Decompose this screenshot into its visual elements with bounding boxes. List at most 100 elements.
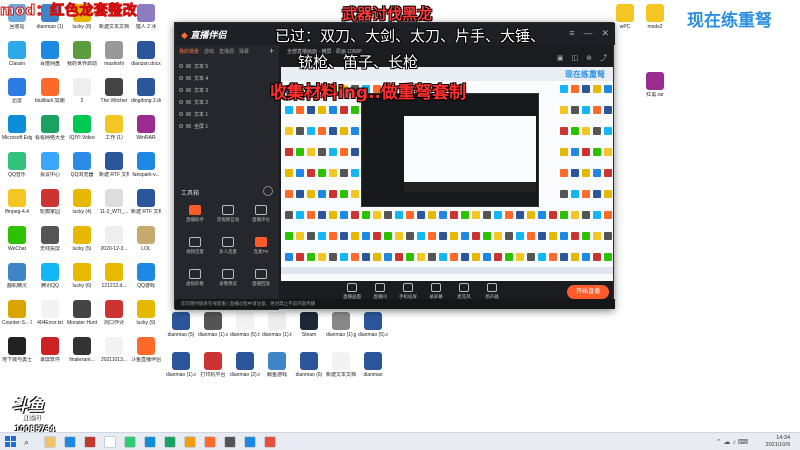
taskbar-app-icon[interactable] (164, 436, 176, 448)
toolbox-item[interactable]: 连麦PK (245, 237, 277, 265)
source-item[interactable]: 全屏 1 (179, 123, 275, 134)
visibility-icon[interactable] (179, 64, 183, 68)
control-item[interactable]: 录屏幕 (421, 283, 451, 300)
desktop-icon[interactable]: 鲸鱼游戏 (262, 352, 292, 390)
taskbar-app-icon[interactable] (224, 436, 236, 448)
taskbar-app-icon[interactable] (124, 436, 136, 448)
desktop-icon[interactable]: 翻机精灵 (2, 263, 32, 301)
toolbox-item[interactable]: 录像预览 (212, 269, 244, 297)
menu-icon[interactable]: ≡ (569, 28, 574, 38)
desktop-icon[interactable]: 无线投屏 (35, 226, 65, 264)
desktop-icon[interactable]: finalexam... (67, 337, 97, 375)
desktop-icon[interactable]: 百度网盘 (35, 41, 65, 79)
desktop-icon[interactable]: 录屏软件 (35, 337, 65, 375)
desktop-icon[interactable]: 地下城与勇士 (2, 337, 32, 375)
scene-tab[interactable]: 弹幕 (239, 49, 249, 55)
toolbox-item[interactable]: 视频连麦 (179, 237, 211, 265)
toolbox-item[interactable]: 直播助手 (179, 205, 211, 233)
taskbar-app-icon[interactable] (244, 436, 256, 448)
desktop-icon[interactable]: mods2 (640, 4, 670, 42)
toolbox-item[interactable]: 直播回放 (245, 269, 277, 297)
share-icon[interactable]: ⤴ (600, 55, 607, 62)
toolbox-item[interactable]: 虚拟形象 (179, 269, 211, 297)
desktop-icon[interactable]: 腾讯QQ (35, 263, 65, 301)
clock[interactable]: 14:34 2021/10/9 (766, 435, 790, 449)
desktop-icon[interactable]: dianmao (1).txt (262, 312, 292, 350)
visibility-icon[interactable] (179, 124, 183, 128)
toolbox-item[interactable]: 直播评论 (245, 205, 277, 233)
desktop-icon[interactable]: dianmao (5) (166, 312, 196, 350)
desktop-icon[interactable]: WeChat (2, 226, 32, 264)
taskbar-app-icon[interactable] (64, 436, 76, 448)
taskbar-app-icon[interactable] (184, 436, 196, 448)
source-item[interactable]: 文本 3 (179, 87, 275, 98)
control-item[interactable]: 手机投屏 (393, 283, 423, 300)
desktop-icon[interactable]: 我的世界启动器 (67, 41, 97, 79)
desktop-icon[interactable]: 404Error.txt (35, 300, 65, 338)
desktop-icon[interactable]: Classin (2, 41, 32, 79)
source-item[interactable]: 文本 4 (179, 75, 275, 86)
minimize-icon[interactable]: — (583, 28, 592, 38)
desktop-icon[interactable]: LOL (131, 226, 161, 264)
pin-icon[interactable]: ⊕ (586, 55, 592, 62)
layout-icon[interactable]: ▣ (557, 55, 564, 62)
desktop-icon[interactable]: 打印机平台 (198, 352, 228, 390)
desktop-icon[interactable]: 迅雷 (2, 78, 32, 116)
desktop-icon[interactable]: 新建文本文档 (326, 352, 356, 390)
close-icon[interactable]: ✕ (601, 28, 609, 38)
desktop-icon[interactable]: 11-2_WTI_... (99, 189, 129, 227)
desktop-icon[interactable]: dianmao (1).exe (198, 312, 228, 350)
desktop-icon[interactable]: 工作 (1) (99, 115, 129, 153)
desktop-icon[interactable]: dianzan.docx (131, 41, 161, 79)
desktop-icon[interactable]: dianmao (5).docx (358, 312, 388, 350)
taskbar-app-icon[interactable] (44, 436, 56, 448)
taskbar-app-icon[interactable] (104, 436, 116, 448)
desktop-icon[interactable]: lucky (9) (131, 300, 161, 338)
desktop-icon[interactable]: 新建 RTF 文档 (131, 189, 161, 227)
toolbox-item[interactable]: 多人连麦 (212, 237, 244, 265)
desktop-icon[interactable]: Monster Hunter... (67, 300, 97, 338)
desktop-icon[interactable]: lucky (4) (67, 189, 97, 227)
source-item[interactable]: 文本 5 (179, 63, 275, 74)
control-item[interactable]: 麦克风 (449, 283, 479, 300)
desktop-icon[interactable]: 新建 RTF 文档 (99, 152, 129, 190)
desktop-icon[interactable]: dingdong 2.docx (131, 78, 161, 116)
add-scene-icon[interactable]: + (269, 46, 274, 56)
scene-tab[interactable]: 我的场景 (179, 49, 199, 55)
desktop-icon[interactable]: 斗鱼直播伴侣 (131, 337, 161, 375)
taskbar-app-icon[interactable] (264, 436, 276, 448)
toolbox-toggle-icon[interactable] (263, 186, 273, 196)
desktop-icon[interactable]: dianmao (358, 352, 388, 390)
source-item[interactable]: 文本 1 (179, 111, 275, 122)
desktop-icon[interactable]: 会议中心 (35, 152, 65, 190)
desktop-icon[interactable]: dianmao (1).docx (166, 352, 196, 390)
taskbar-app-icon[interactable] (144, 436, 156, 448)
screenshot-icon[interactable]: ◫ (572, 55, 579, 62)
desktop-icon[interactable]: QQ游戏 (131, 263, 161, 301)
desktop-icon[interactable]: dianmao (5).txt (230, 312, 260, 350)
search-icon[interactable]: ⌕ (24, 437, 29, 448)
desktop-icon[interactable]: 周口作评 (99, 300, 129, 338)
desktop-icon[interactable]: mashishi (99, 41, 129, 79)
desktop-icon[interactable]: 121212.d... (99, 263, 129, 301)
desktop-icon[interactable]: Microsoft Edge (2, 115, 32, 153)
control-item[interactable]: 直播画面 (337, 283, 367, 300)
scene-tab[interactable]: 直播源 (219, 49, 234, 55)
desktop-icon[interactable]: biulibiuli 加速器 (35, 78, 65, 116)
desktop-icon[interactable]: ffmpeg-4.4 (2, 189, 32, 227)
desktop-icon[interactable]: 20211013... (99, 337, 129, 375)
taskbar-app-icon[interactable] (204, 436, 216, 448)
desktop-icon[interactable]: QQ音乐 (2, 152, 32, 190)
source-item[interactable]: 文本 2 (179, 99, 275, 110)
desktop-icon[interactable]: fanspark-v... (131, 152, 161, 190)
desktop-icon[interactable]: 2020-12-3... (99, 226, 129, 264)
desktop-icon[interactable]: Steam (294, 312, 324, 350)
desktop-icon[interactable]: lucky (5) (67, 226, 97, 264)
desktop-icon[interactable]: Counter-S... Global Offe... (2, 300, 32, 338)
control-item[interactable]: 扬声器 (477, 283, 507, 300)
scene-tab[interactable]: 游戏 (204, 49, 214, 55)
desktop-icon[interactable]: dianmao (1).jpg (326, 312, 356, 350)
visibility-icon[interactable] (179, 76, 183, 80)
system-tray-icons[interactable]: ⌃ ☁ ♪ ⌨ (716, 438, 748, 446)
start-live-button[interactable]: 开始直播 (567, 285, 609, 299)
